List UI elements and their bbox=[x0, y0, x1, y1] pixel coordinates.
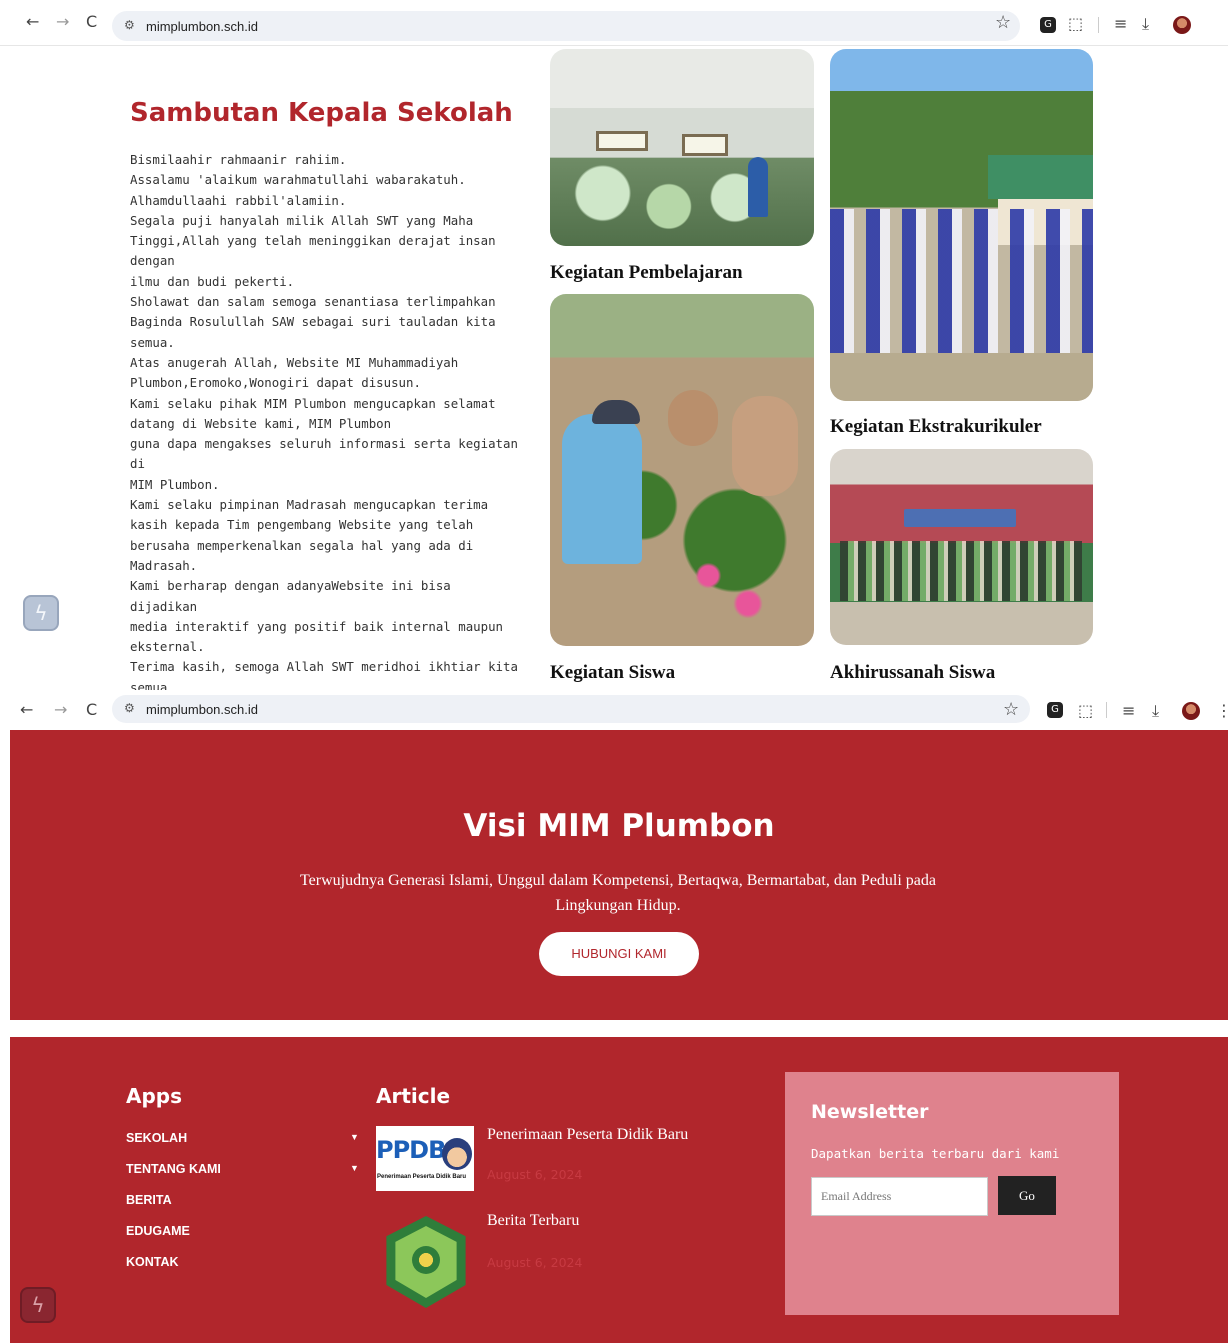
apps-menu: SEKOLAH ▼ TENTANG KAMI ▼ BERITA EDUGAME … bbox=[126, 1131, 366, 1286]
photo-pembelajaran bbox=[550, 49, 814, 246]
profile-avatar[interactable] bbox=[1182, 702, 1200, 720]
extension-icon[interactable]: G bbox=[1040, 17, 1056, 33]
article-title-berita[interactable]: Berita Terbaru bbox=[487, 1212, 579, 1230]
browser-toolbar: ← → C ⚙ mimplumbon.sch.id ☆ G ⬚ ≡ ⤓ bbox=[0, 0, 1228, 46]
toolbar-divider bbox=[1098, 17, 1099, 33]
apps-item-label[interactable]: SEKOLAH bbox=[126, 1131, 187, 1145]
caption-akhirussanah: Akhirussanah Siswa bbox=[830, 662, 996, 683]
apps-item-label[interactable]: BERITA bbox=[126, 1193, 172, 1207]
sambutan-title: Sambutan Kepala Sekolah bbox=[130, 98, 513, 128]
article-title-ppdb[interactable]: Penerimaan Peserta Didik Baru bbox=[487, 1126, 688, 1144]
visi-title: Visi MIM Plumbon bbox=[463, 808, 775, 844]
caption-ekstrakurikuler: Kegiatan Ekstrakurikuler bbox=[830, 416, 1042, 437]
reload-icon[interactable]: C bbox=[86, 14, 97, 30]
apps-item-kontak[interactable]: KONTAK bbox=[126, 1255, 366, 1286]
photo-ekstrakurikuler bbox=[830, 49, 1093, 401]
article-thumbnail-logo[interactable] bbox=[376, 1216, 474, 1308]
bookmark-star-icon[interactable]: ☆ bbox=[1003, 701, 1019, 719]
article-date: August 6, 2024 bbox=[487, 1255, 583, 1270]
apps-item-tentang-kami[interactable]: TENTANG KAMI ▼ bbox=[126, 1162, 366, 1193]
extension-icon[interactable]: G bbox=[1047, 702, 1063, 718]
download-icon[interactable]: ⤓ bbox=[1142, 14, 1149, 34]
back-icon[interactable]: ← bbox=[20, 702, 33, 718]
visi-text: Terwujudnya Generasi Islami, Unggul dala… bbox=[299, 872, 937, 914]
profile-avatar[interactable] bbox=[1173, 16, 1191, 34]
newsletter-box: Newsletter Dapatkan berita terbaru dari … bbox=[785, 1072, 1119, 1315]
newsletter-go-button[interactable]: Go bbox=[998, 1176, 1056, 1215]
apps-item-sekolah[interactable]: SEKOLAH ▼ bbox=[126, 1131, 366, 1162]
email-field[interactable] bbox=[811, 1177, 988, 1216]
apps-item-label[interactable]: TENTANG KAMI bbox=[126, 1162, 221, 1176]
download-icon[interactable]: ⤓ bbox=[1152, 701, 1159, 721]
forward-icon[interactable]: → bbox=[56, 14, 69, 30]
puzzle-icon[interactable]: ⬚ bbox=[1078, 701, 1093, 720]
floating-widget-button[interactable]: ϟ bbox=[23, 595, 59, 631]
article-thumbnail-ppdb[interactable]: PPDB Penerimaan Peserta Didik Baru bbox=[376, 1126, 474, 1191]
visi-section: Visi MIM Plumbon Terwujudnya Generasi Is… bbox=[10, 730, 1228, 1020]
kids-illustration bbox=[442, 1138, 472, 1170]
hubungi-kami-button[interactable]: HUBUNGI KAMI bbox=[539, 932, 699, 976]
newsletter-title: Newsletter bbox=[811, 1101, 929, 1123]
site-info-icon[interactable]: ⚙ bbox=[124, 18, 135, 32]
newsletter-description: Dapatkan berita terbaru dari kami bbox=[811, 1146, 1060, 1161]
reading-list-icon[interactable]: ≡ bbox=[1122, 701, 1135, 720]
caption-kegiatan-siswa: Kegiatan Siswa bbox=[550, 662, 676, 683]
site-footer: Apps SEKOLAH ▼ TENTANG KAMI ▼ BERITA EDU… bbox=[10, 1037, 1228, 1343]
article-date: August 6, 2024 bbox=[487, 1167, 583, 1182]
ppdb-logo-text: PPDB bbox=[376, 1136, 446, 1164]
chevron-down-icon[interactable]: ▼ bbox=[350, 1163, 359, 1173]
chevron-down-icon[interactable]: ▼ bbox=[350, 1132, 359, 1142]
back-icon[interactable]: ← bbox=[26, 14, 39, 30]
apps-item-edugame[interactable]: EDUGAME bbox=[126, 1224, 366, 1255]
apps-heading: Apps bbox=[126, 1084, 183, 1108]
toolbar-divider bbox=[1106, 702, 1107, 718]
photo-akhirussanah bbox=[830, 449, 1093, 645]
article-heading: Article bbox=[376, 1084, 451, 1108]
lightning-icon: ϟ bbox=[31, 1293, 45, 1317]
lightning-icon: ϟ bbox=[34, 601, 48, 625]
caption-pembelajaran: Kegiatan Pembelajaran bbox=[550, 262, 743, 283]
floating-widget-button-bottom[interactable]: ϟ bbox=[20, 1287, 56, 1323]
puzzle-icon[interactable]: ⬚ bbox=[1068, 14, 1083, 33]
address-bar[interactable]: ⚙ mimplumbon.sch.id bbox=[112, 11, 1020, 41]
address-bar[interactable]: ⚙ mimplumbon.sch.id bbox=[112, 695, 1030, 723]
site-info-icon[interactable]: ⚙ bbox=[124, 701, 135, 715]
bookmark-star-icon[interactable]: ☆ bbox=[995, 14, 1011, 32]
browser-toolbar-2: ← → C ⚙ mimplumbon.sch.id ☆ G ⬚ ≡ ⤓ ⋮ bbox=[0, 690, 1228, 730]
apps-item-label[interactable]: KONTAK bbox=[126, 1255, 179, 1269]
url-text[interactable]: mimplumbon.sch.id bbox=[146, 702, 258, 717]
apps-item-label[interactable]: EDUGAME bbox=[126, 1224, 190, 1238]
reload-icon[interactable]: C bbox=[86, 702, 97, 718]
browser-menu-icon[interactable]: ⋮ bbox=[1216, 701, 1228, 720]
apps-item-berita[interactable]: BERITA bbox=[126, 1193, 366, 1224]
sambutan-body: Bismilaahir rahmaanir rahiim. Assalamu '… bbox=[130, 152, 518, 715]
ppdb-logo-subtitle: Penerimaan Peserta Didik Baru bbox=[377, 1174, 467, 1180]
forward-icon[interactable]: → bbox=[54, 702, 67, 718]
reading-list-icon[interactable]: ≡ bbox=[1114, 14, 1127, 33]
photo-kegiatan-siswa bbox=[550, 294, 814, 646]
url-text[interactable]: mimplumbon.sch.id bbox=[146, 19, 258, 34]
